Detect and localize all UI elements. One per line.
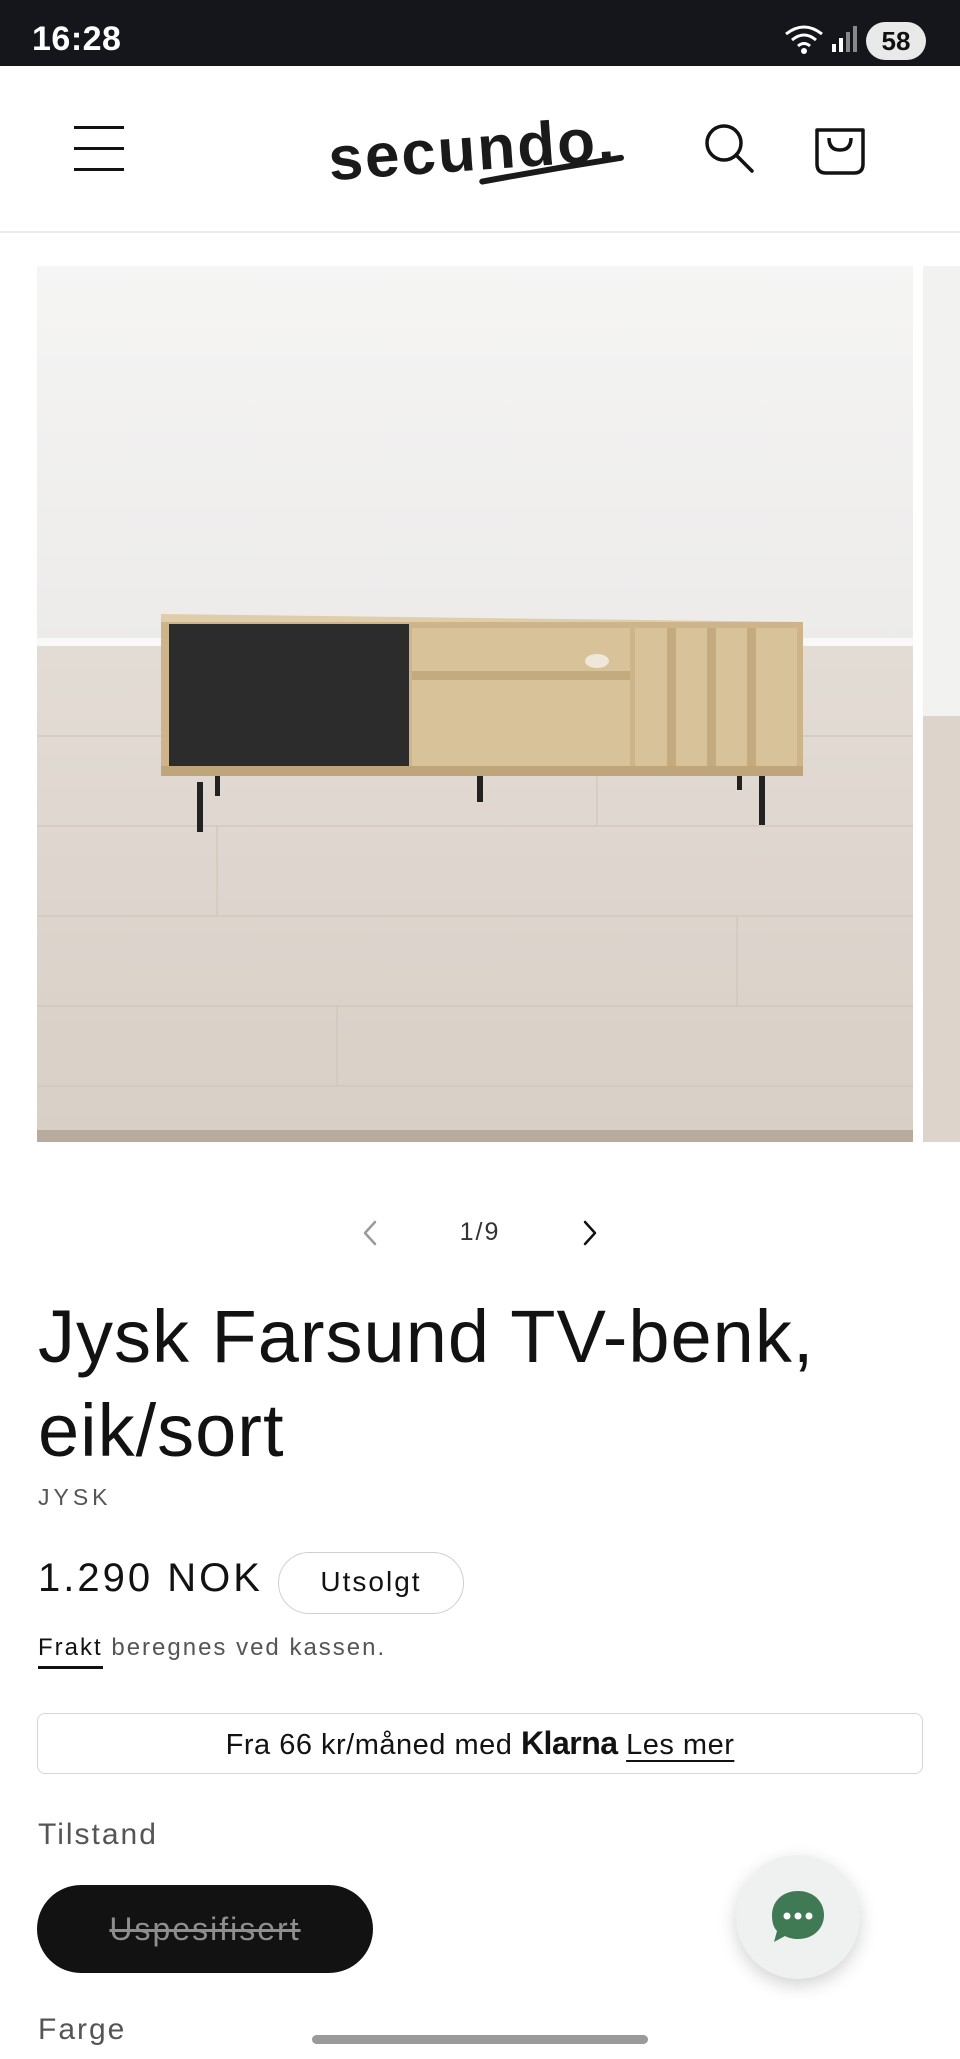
product-gallery[interactable] — [0, 266, 960, 1142]
chat-button[interactable] — [736, 1855, 860, 1979]
menu-icon[interactable] — [74, 126, 124, 172]
klarna-read-more-link[interactable]: Les mer — [626, 1729, 734, 1761]
site-header: secundo. — [0, 66, 960, 233]
shipping-note: Frakt beregnes ved kassen. — [38, 1634, 387, 1669]
logo-text: secundo. — [326, 105, 618, 194]
product-price: 1.290 NOK — [38, 1556, 263, 1600]
klarna-text: Fra 66 kr/måned med — [225, 1729, 521, 1761]
klarna-logo: Klarna — [520, 1725, 618, 1761]
chat-icon — [772, 1891, 824, 1942]
secundo-logo[interactable]: secundo. — [320, 104, 630, 194]
next-image-preview[interactable] — [923, 266, 960, 1142]
signal-icon — [832, 26, 857, 52]
condition-label: Tilstand — [38, 1818, 158, 1851]
chevron-right-icon[interactable] — [575, 1216, 605, 1250]
battery-indicator: 58 — [866, 22, 926, 60]
status-time: 16:28 — [32, 20, 122, 58]
cart-icon[interactable] — [812, 120, 868, 176]
shipping-text: beregnes ved kassen. — [102, 1634, 387, 1661]
wifi-icon — [785, 25, 823, 54]
product-title: Jysk Farsund TV-benk, eik/sort — [38, 1295, 815, 1472]
home-indicator — [312, 2035, 648, 2044]
product-vendor: JYSK — [38, 1484, 112, 1510]
product-image[interactable] — [37, 266, 913, 1142]
status-bar: 16:28 58 — [0, 0, 960, 66]
slider-controls: 1/9 — [0, 1208, 960, 1258]
shipping-link[interactable]: Frakt — [38, 1634, 103, 1669]
sold-out-badge: Utsolgt — [278, 1552, 464, 1614]
condition-option-button[interactable]: Uspesifisert — [37, 1885, 373, 1973]
color-label: Farge — [38, 2013, 127, 2046]
chevron-left-icon[interactable] — [355, 1216, 385, 1250]
klarna-banner[interactable]: Fra 66 kr/måned med Klarna Les mer — [37, 1713, 923, 1774]
search-icon[interactable] — [703, 122, 755, 174]
slide-counter: 1/9 — [459, 1218, 501, 1246]
